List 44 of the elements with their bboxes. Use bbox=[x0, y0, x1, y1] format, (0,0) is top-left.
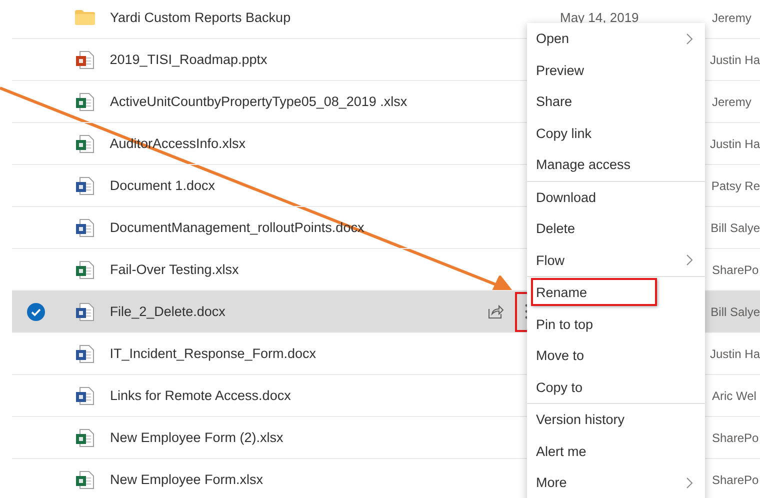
chevron-icon bbox=[686, 254, 693, 266]
modified-by: Patsy Re bbox=[710, 178, 760, 192]
file-icon bbox=[76, 92, 94, 110]
modified-by: Bill Salye bbox=[710, 220, 760, 234]
file-name[interactable]: Yardi Custom Reports Backup bbox=[110, 10, 470, 25]
file-name[interactable]: IT_Incident_Response_Form.docx bbox=[110, 346, 469, 361]
modified-by: SharePo bbox=[711, 472, 759, 486]
file-name[interactable]: ActiveUnitCountbyPropertyType05_08_2019 .xlsx bbox=[110, 94, 470, 109]
file-name[interactable]: New Employee Form.xlsx bbox=[110, 472, 470, 487]
file-icon bbox=[76, 134, 94, 152]
file-name[interactable]: File_2_Delete.docx bbox=[110, 304, 470, 319]
file-icon bbox=[76, 386, 94, 404]
menu-item[interactable]: More bbox=[527, 467, 705, 498]
modified-by: Jeremy bbox=[711, 94, 752, 108]
modified-by: Aric Wel bbox=[711, 388, 756, 402]
modified-by: SharePo bbox=[711, 262, 759, 276]
file-icon bbox=[76, 344, 94, 362]
modified-by: SharePo bbox=[711, 430, 759, 444]
file-name[interactable]: Fail-Over Testing.xlsx bbox=[110, 262, 470, 277]
file-name[interactable]: Document 1.docx bbox=[110, 178, 470, 193]
folder-icon bbox=[75, 10, 95, 25]
file-icon bbox=[76, 260, 94, 278]
menu-item[interactable]: Move to bbox=[527, 340, 705, 372]
file-icon bbox=[76, 302, 94, 320]
menu-item[interactable]: Share bbox=[527, 86, 705, 118]
file-icon bbox=[76, 176, 94, 194]
modified-by: Justin Ha bbox=[708, 52, 760, 66]
modified-by: Bill Salye bbox=[710, 304, 760, 318]
modified-by: Jeremy bbox=[711, 10, 752, 24]
file-name[interactable]: New Employee Form (2).xlsx bbox=[110, 430, 470, 445]
chevron-icon bbox=[686, 32, 693, 45]
modified-by: Justin Ha bbox=[708, 346, 760, 360]
menu-item[interactable]: Delete bbox=[527, 213, 705, 244]
file-icon bbox=[76, 218, 94, 236]
chevron-icon bbox=[686, 476, 693, 489]
file-name[interactable]: 2019_TISI_Roadmap.pptx bbox=[110, 52, 469, 67]
modified-by: Justin Ha bbox=[708, 136, 760, 150]
file-icon bbox=[76, 470, 94, 488]
share-icon[interactable] bbox=[486, 302, 505, 320]
modified-date: May 14, 2019 bbox=[560, 10, 639, 25]
file-icon bbox=[76, 428, 94, 446]
file-icon bbox=[76, 50, 94, 68]
check-icon[interactable] bbox=[26, 302, 45, 320]
file-name[interactable]: Links for Remote Access.docx bbox=[110, 388, 470, 403]
